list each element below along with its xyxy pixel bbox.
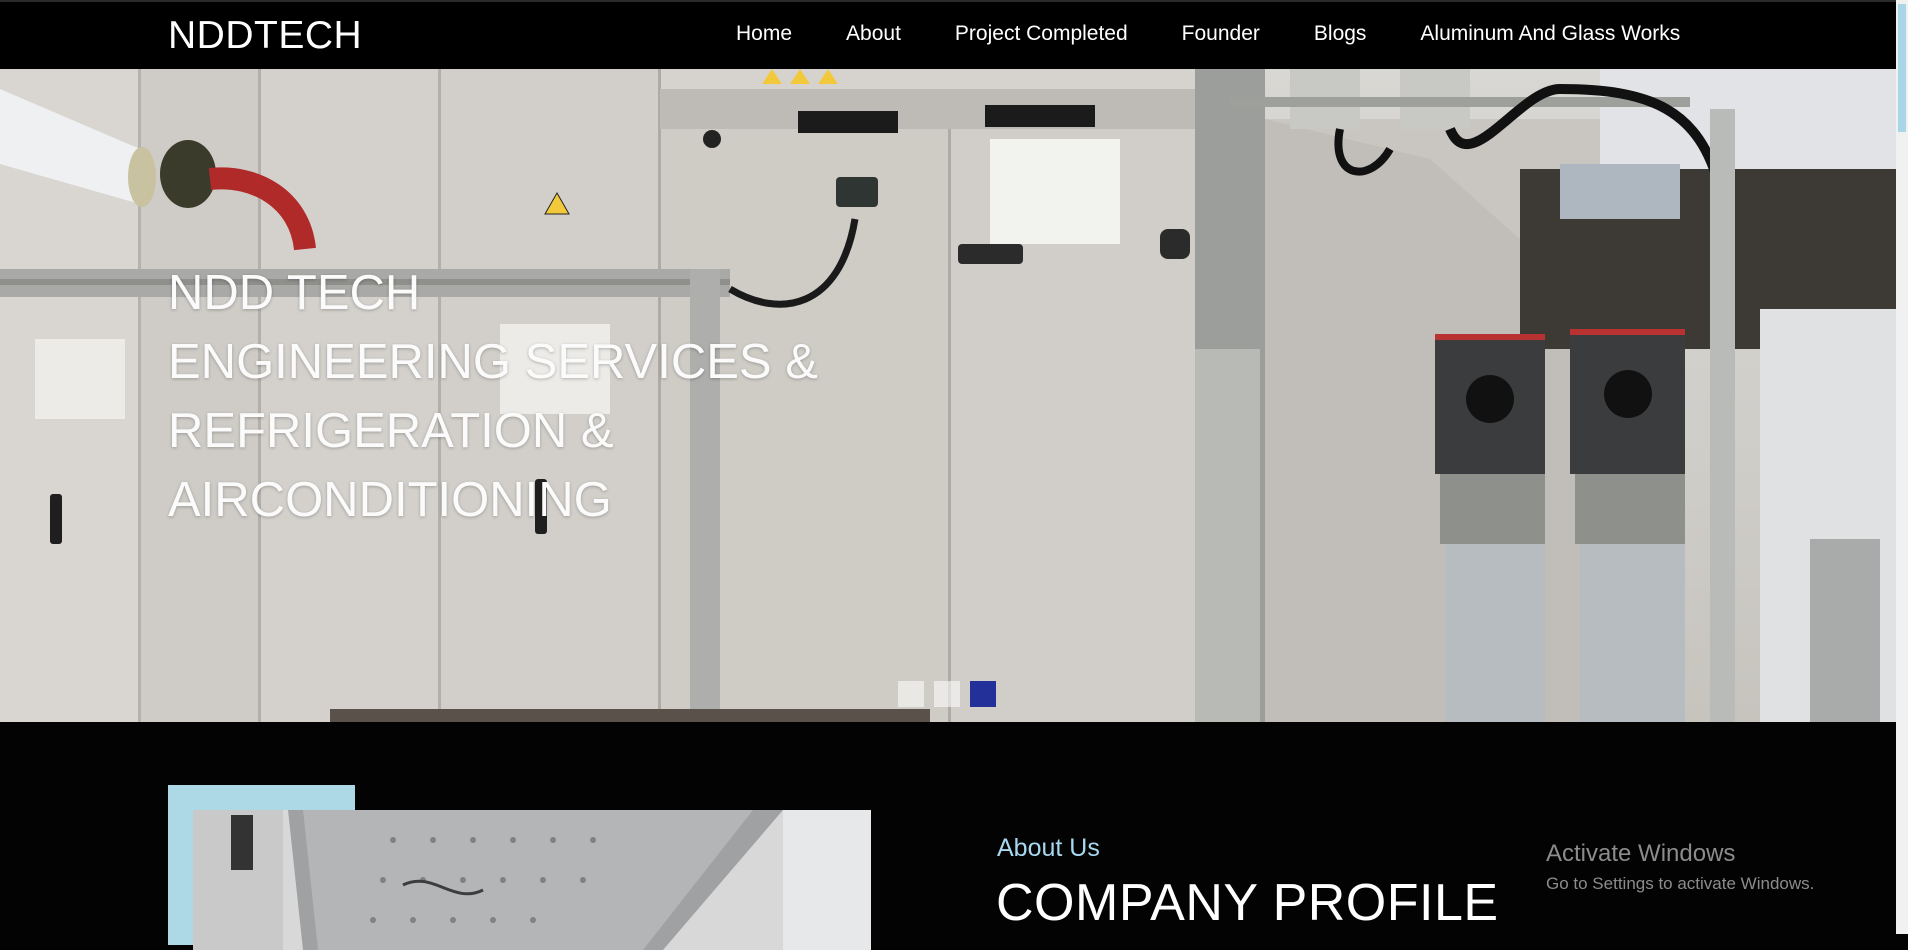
nav-item-aluminum-glass-works[interactable]: Aluminum And Glass Works [1420,22,1680,46]
hero-carousel[interactable]: NDD TECH ENGINEERING SERVICES & REFRIGER… [0,69,1896,722]
about-photo [193,810,871,950]
hero-line-company: NDD TECH [168,266,421,320]
nav-item-blogs[interactable]: Blogs [1314,22,1367,46]
hero-line-engineering: ENGINEERING SERVICES & [168,335,818,389]
carousel-indicator-2[interactable] [934,681,960,707]
scrollbar-track[interactable] [1896,0,1908,934]
activate-windows-title: Activate Windows [1546,840,1736,867]
scrollbar-thumb[interactable] [1898,4,1906,132]
carousel-indicator-1[interactable] [898,681,924,707]
navbar: NDDTECH Home About Project Completed Fou… [0,0,1896,69]
nav-item-about[interactable]: About [846,22,901,46]
hero-line-refrigeration: REFRIGERATION & [168,404,614,458]
carousel-indicator-3[interactable] [970,681,996,707]
hero-headline: NDD TECH ENGINEERING SERVICES & REFRIGER… [168,259,818,535]
carousel-indicators [898,681,996,707]
about-us-label: About Us [997,834,1100,862]
main-nav: Home About Project Completed Founder Blo… [736,22,1680,46]
activate-windows-subtitle: Go to Settings to activate Windows. [1546,874,1815,893]
hero-line-airconditioning: AIRCONDITIONING [168,473,612,527]
nav-item-founder[interactable]: Founder [1182,22,1260,46]
about-image [193,810,871,950]
brand-logo[interactable]: NDDTECH [168,14,362,58]
nav-item-home[interactable]: Home [736,22,792,46]
nav-item-project-completed[interactable]: Project Completed [955,22,1128,46]
company-profile-heading: COMPANY PROFILE [996,874,1499,932]
